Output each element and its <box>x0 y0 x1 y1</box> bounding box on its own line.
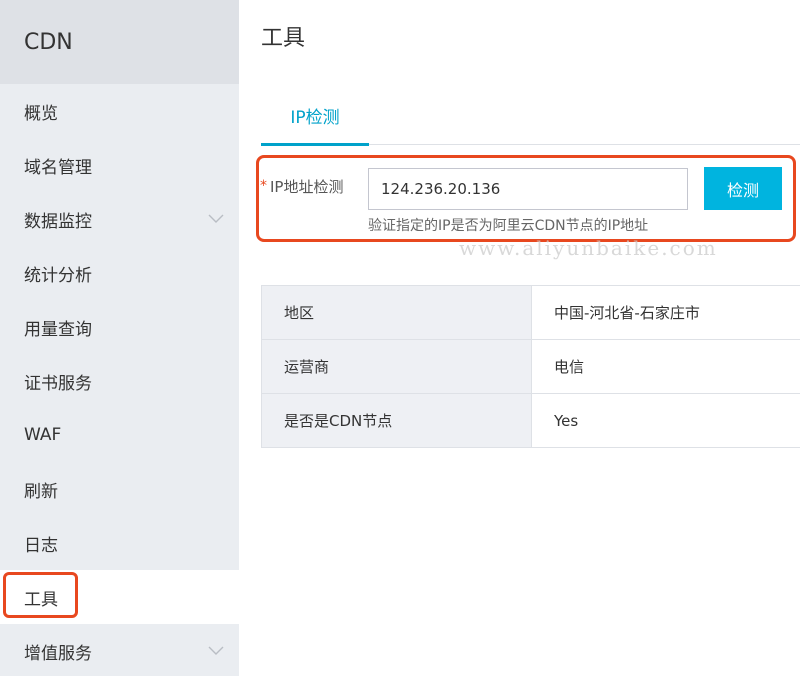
sidebar-item-label: 工具 <box>24 589 58 610</box>
table-row: 地区 中国-河北省-石家庄市 <box>261 285 800 340</box>
sidebar-item-waf[interactable]: WAF <box>0 408 239 462</box>
result-key: 是否是CDN节点 <box>261 393 532 448</box>
detect-button[interactable]: 检测 <box>704 167 782 210</box>
tab-bar: IP检测 <box>261 85 800 146</box>
sidebar-item-certificate-service[interactable]: 证书服务 <box>0 354 239 408</box>
sidebar-item-statistics[interactable]: 统计分析 <box>0 246 239 300</box>
page-title: 工具 <box>261 26 306 51</box>
sidebar-item-label: 日志 <box>24 535 58 556</box>
ip-input[interactable] <box>368 168 688 210</box>
sidebar-item-label: 域名管理 <box>24 157 92 178</box>
sidebar-item-overview[interactable]: 概览 <box>0 84 239 138</box>
sidebar: CDN 概览 域名管理 数据监控 统计分析 用量查询 证书服务 WAF 刷新 日… <box>0 0 239 676</box>
sidebar-item-refresh[interactable]: 刷新 <box>0 462 239 516</box>
sidebar-item-label: 概览 <box>24 103 58 124</box>
sidebar-item-label: 数据监控 <box>24 211 92 232</box>
result-value: 电信 <box>531 339 800 394</box>
sidebar-item-label: 刷新 <box>24 481 58 502</box>
sidebar-item-data-monitoring[interactable]: 数据监控 <box>0 192 239 246</box>
chevron-down-icon[interactable] <box>207 211 225 225</box>
required-mark: * <box>260 178 267 194</box>
sidebar-item-label: 证书服务 <box>24 373 92 394</box>
chevron-down-icon[interactable] <box>207 643 225 657</box>
tab-active-indicator <box>261 143 369 146</box>
sidebar-item-logs[interactable]: 日志 <box>0 516 239 570</box>
result-table: 地区 中国-河北省-石家庄市 运营商 电信 是否是CDN节点 Yes <box>261 285 800 448</box>
sidebar-item-label: 统计分析 <box>24 265 92 286</box>
sidebar-item-usage-query[interactable]: 用量查询 <box>0 300 239 354</box>
result-key: 运营商 <box>261 339 532 394</box>
table-row: 是否是CDN节点 Yes <box>261 393 800 448</box>
sidebar-item-domain-management[interactable]: 域名管理 <box>0 138 239 192</box>
sidebar-title: CDN <box>24 29 73 55</box>
ip-field-label: IP地址检测 <box>270 178 344 196</box>
sidebar-nav: 概览 域名管理 数据监控 统计分析 用量查询 证书服务 WAF 刷新 日志 工具… <box>0 84 239 676</box>
result-value: 中国-河北省-石家庄市 <box>531 285 800 340</box>
watermark: www.aliyunbaike.com <box>459 236 718 260</box>
ip-help-text: 验证指定的IP是否为阿里云CDN节点的IP地址 <box>368 218 649 234</box>
result-value: Yes <box>531 393 800 448</box>
main-content: 工具 IP检测 * IP地址检测 检测 验证指定的IP是否为阿里云CDN节点的I… <box>239 0 800 676</box>
sidebar-item-label: 增值服务 <box>24 643 92 664</box>
sidebar-item-label: WAF <box>24 425 62 445</box>
tab-label: IP检测 <box>290 107 340 128</box>
table-row: 运营商 电信 <box>261 339 800 394</box>
sidebar-item-tools[interactable]: 工具 <box>0 570 239 624</box>
result-key: 地区 <box>261 285 532 340</box>
tab-ip-detection[interactable]: IP检测 <box>261 85 369 146</box>
sidebar-header: CDN <box>0 0 239 84</box>
sidebar-item-value-added-services[interactable]: 增值服务 <box>0 624 239 676</box>
sidebar-item-label: 用量查询 <box>24 319 92 340</box>
